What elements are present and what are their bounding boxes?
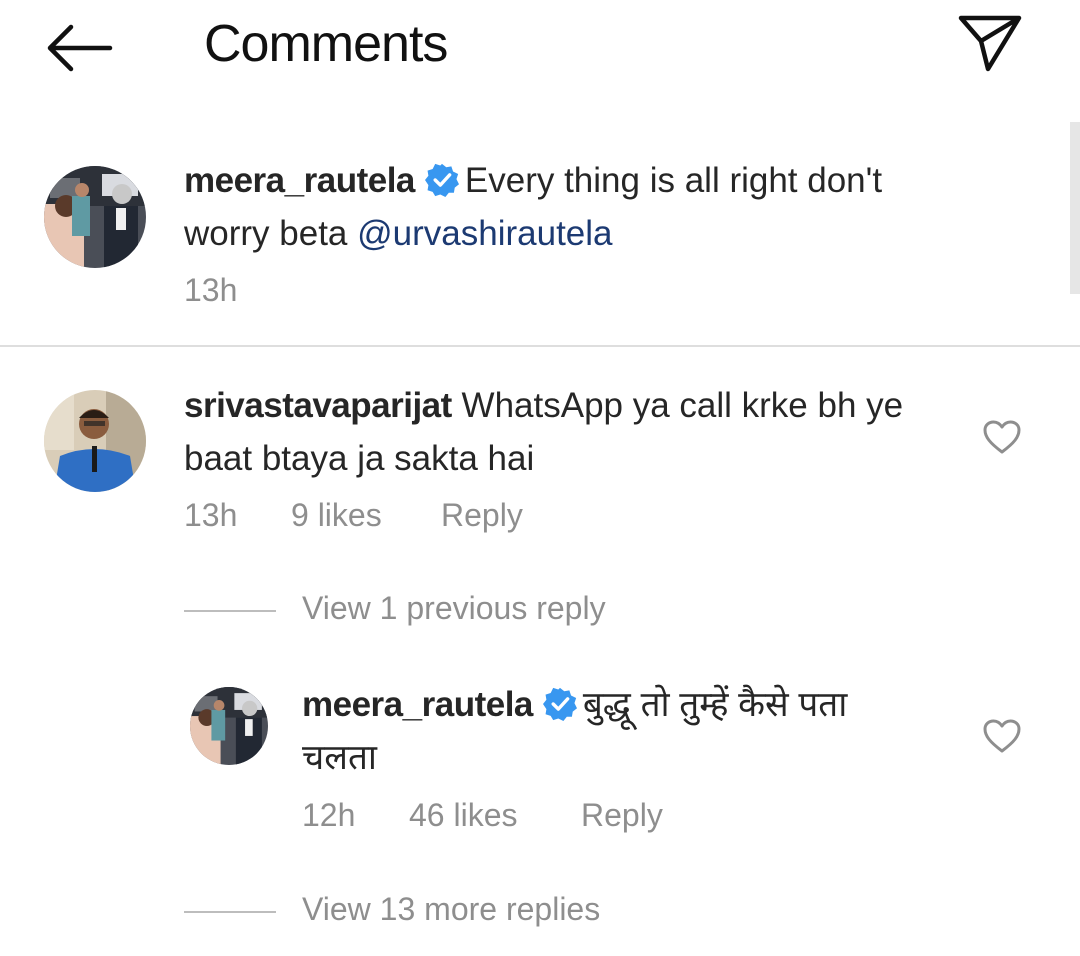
view-replies-label: View 1 previous reply bbox=[302, 590, 606, 626]
comment-time: 13h bbox=[184, 272, 238, 308]
page-title: Comments bbox=[204, 15, 448, 73]
heart-outline-icon bbox=[983, 420, 1021, 454]
like-count[interactable]: 9 likes bbox=[291, 497, 441, 534]
avatar[interactable] bbox=[44, 390, 146, 492]
heart-outline-icon bbox=[983, 719, 1021, 753]
reply-text: meera_rautela बुद्धू तो तुम्हें कैसे पता … bbox=[302, 678, 962, 784]
reply-meta: 12h 46 likes Reply bbox=[302, 797, 663, 834]
avatar[interactable] bbox=[190, 687, 268, 765]
username-link[interactable]: srivastavaparijat bbox=[184, 386, 452, 425]
profile-photo bbox=[190, 687, 268, 765]
verified-badge-icon bbox=[542, 687, 577, 721]
comment-text: srivastavaparijat WhatsApp ya call krke … bbox=[184, 379, 984, 485]
scrollbar-thumb[interactable] bbox=[1070, 122, 1080, 294]
verified-badge-icon bbox=[424, 163, 459, 197]
profile-photo bbox=[44, 390, 146, 492]
comment-text-line2: baat btaya ja sakta hai bbox=[184, 439, 535, 478]
arrow-left-icon bbox=[47, 24, 113, 72]
thread-line bbox=[184, 911, 276, 913]
view-previous-replies[interactable]: View 1 previous reply bbox=[184, 590, 704, 630]
comment-text-line1: WhatsApp ya call krke bh ye bbox=[461, 386, 904, 425]
divider bbox=[0, 345, 1080, 347]
avatar[interactable] bbox=[44, 166, 146, 268]
like-count[interactable]: 46 likes bbox=[409, 797, 581, 834]
reply-button[interactable]: Reply bbox=[441, 497, 523, 534]
comment-meta: 13h bbox=[184, 272, 237, 309]
thread-line bbox=[184, 610, 276, 612]
comment-text-line2: worry beta bbox=[184, 214, 358, 253]
paper-plane-icon bbox=[958, 15, 1022, 72]
comment-time: 13h bbox=[184, 497, 238, 533]
share-button[interactable] bbox=[952, 12, 1028, 78]
like-button[interactable] bbox=[982, 419, 1022, 455]
comment-time: 12h bbox=[302, 797, 356, 833]
view-more-replies[interactable]: View 13 more replies bbox=[184, 891, 704, 931]
comment-text-line2: चलता bbox=[302, 738, 377, 777]
comment-meta: 13h 9 likes Reply bbox=[184, 497, 523, 534]
comment-text-line1: बुद्धू तो तुम्हें कैसे पता bbox=[582, 685, 848, 724]
username-link[interactable]: meera_rautela bbox=[184, 161, 415, 200]
caption-text: meera_rautela Every thing is all right do… bbox=[184, 154, 1024, 260]
view-replies-label: View 13 more replies bbox=[302, 891, 601, 927]
comment-text-line1: Every thing is all right don't bbox=[464, 161, 883, 200]
profile-photo bbox=[44, 166, 146, 268]
reply-button[interactable]: Reply bbox=[581, 797, 663, 834]
username-link[interactable]: meera_rautela bbox=[302, 685, 533, 724]
mention-link[interactable]: @urvashirautela bbox=[357, 214, 612, 253]
header-bar: Comments bbox=[0, 0, 1080, 95]
back-button[interactable] bbox=[44, 20, 116, 76]
like-button[interactable] bbox=[982, 718, 1022, 754]
